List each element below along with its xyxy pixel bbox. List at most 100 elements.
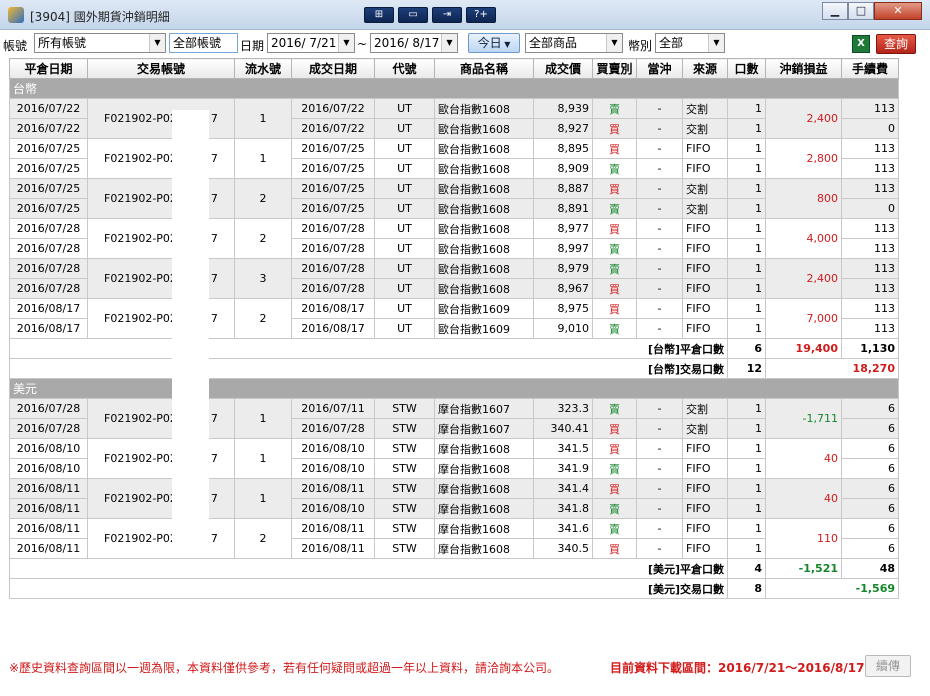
source-cell: 交割 <box>682 98 728 119</box>
close-date-cell: 2016/07/25 <box>9 178 88 199</box>
layout-icon[interactable]: ⊞ <box>364 7 394 23</box>
close-button[interactable]: ✕ <box>874 2 922 20</box>
help-icon[interactable]: ?+ <box>466 7 496 23</box>
table-header: 平倉日期 交易帳號 流水號 成交日期 代號 商品名稱 成交價 買賣別 當沖 來源 口數 沖銷損益 手續費 <box>9 58 899 79</box>
serial-cell: 1 <box>234 138 292 179</box>
today-button[interactable]: 今日 ▼ <box>468 33 520 53</box>
window-icon[interactable]: ▭ <box>398 7 428 23</box>
fee-cell: 113 <box>841 318 899 339</box>
resume-button[interactable]: 續傳 <box>865 655 911 677</box>
source-cell: FIFO <box>682 458 728 479</box>
column-header[interactable]: 買賣別 <box>592 58 637 79</box>
product-select[interactable]: 全部商品 ▼ <box>525 33 623 53</box>
daytrade-cell: - <box>636 298 683 319</box>
trade-date-cell: 2016/08/17 <box>291 318 375 339</box>
column-header[interactable]: 沖銷損益 <box>765 58 842 79</box>
excel-icon[interactable]: X <box>852 35 870 53</box>
currency-select[interactable]: 全部 ▼ <box>655 33 725 53</box>
summary-close-label: [台幣]平倉口數 <box>9 338 728 359</box>
query-button[interactable]: 查詢 <box>876 34 916 54</box>
minimize-button[interactable]: ▁ <box>822 2 848 20</box>
product-cell: 歐台指數1608 <box>434 98 534 119</box>
footer-note: ※歷史資料查詢區間以一週為限，本資料僅供參考，若有任何疑問或超過一年以上資料，請… <box>9 661 560 675</box>
summary-close-qty: 4 <box>727 558 766 579</box>
serial-cell: 1 <box>234 98 292 139</box>
code-cell: UT <box>374 198 435 219</box>
side-cell: 賣 <box>592 398 637 419</box>
summary-close-label: [美元]平倉口數 <box>9 558 728 579</box>
pnl-cell: 2,400 <box>765 258 842 299</box>
daytrade-cell: - <box>636 478 683 499</box>
daytrade-cell: - <box>636 178 683 199</box>
column-header[interactable]: 代號 <box>374 58 435 79</box>
daytrade-cell: - <box>636 518 683 539</box>
account-cell: F021902-P02- 7 <box>87 138 235 179</box>
column-header[interactable]: 成交日期 <box>291 58 375 79</box>
price-cell: 8,927 <box>533 118 593 139</box>
trade-date-cell: 2016/08/10 <box>291 458 375 479</box>
price-cell: 341.4 <box>533 478 593 499</box>
price-cell: 8,979 <box>533 258 593 279</box>
qty-cell: 1 <box>727 198 766 219</box>
chevron-down-icon: ▼ <box>149 34 165 52</box>
date-from-picker[interactable]: 2016/ 7/21 ▼ <box>267 33 355 53</box>
trade-date-cell: 2016/07/28 <box>291 218 375 239</box>
column-header[interactable]: 來源 <box>682 58 728 79</box>
account-suffix: 7 <box>210 452 218 465</box>
code-cell: STW <box>374 438 435 459</box>
side-cell: 賣 <box>592 518 637 539</box>
daytrade-cell: - <box>636 98 683 119</box>
close-date-cell: 2016/07/25 <box>9 198 88 219</box>
table-row[interactable]: 2016/07/25 F021902-P02- 7 1 2016/07/25 UT 歐台指數… <box>9 138 899 179</box>
side-cell: 買 <box>592 178 637 199</box>
table-row[interactable]: 2016/07/28 F021902-P02- 7 1 2016/07/11 STW 摩台指… <box>9 398 899 439</box>
trade-date-cell: 2016/07/22 <box>291 98 375 119</box>
column-header[interactable]: 手續費 <box>841 58 899 79</box>
source-cell: 交割 <box>682 118 728 139</box>
column-header[interactable]: 平倉日期 <box>9 58 88 79</box>
pnl-cell: 40 <box>765 478 842 519</box>
title-bar: [3904] 國外期貨沖銷明細 ⊞ ▭ ⇥ ?+ ▁ □ ✕ <box>0 0 930 30</box>
table-row[interactable]: 2016/07/28 F021902-P02- 7 3 2016/07/28 UT 歐台指數… <box>9 258 899 299</box>
table-row[interactable]: 2016/08/11 F021902-P02- 7 2 2016/08/11 STW 摩台指… <box>9 518 899 559</box>
account-type-field[interactable]: 全部帳號 <box>169 33 238 53</box>
table-row[interactable]: 2016/08/10 F021902-P02- 7 1 2016/08/10 STW 摩台指… <box>9 438 899 479</box>
account-select-value: 所有帳號 <box>38 36 87 50</box>
qty-cell: 1 <box>727 498 766 519</box>
pnl-cell: 7,000 <box>765 298 842 339</box>
column-header[interactable]: 當沖 <box>636 58 683 79</box>
table-row[interactable]: 2016/08/17 F021902-P02- 7 2 2016/08/17 UT 歐台指數… <box>9 298 899 339</box>
table-row[interactable]: 2016/07/28 F021902-P02- 7 2 2016/07/28 UT 歐台指數… <box>9 218 899 259</box>
product-cell: 歐台指數1608 <box>434 118 534 139</box>
table-row[interactable]: 2016/07/22 F021902-P02- 7 1 2016/07/22 UT 歐台指數… <box>9 98 899 139</box>
pnl-cell: 40 <box>765 438 842 479</box>
column-header[interactable]: 商品名稱 <box>434 58 534 79</box>
trade-date-cell: 2016/07/25 <box>291 198 375 219</box>
column-header[interactable]: 交易帳號 <box>87 58 235 79</box>
qty-cell: 1 <box>727 418 766 439</box>
table-row[interactable]: 2016/07/25 F021902-P02- 7 2 2016/07/25 UT 歐台指數… <box>9 178 899 219</box>
close-date-cell: 2016/07/25 <box>9 138 88 159</box>
daytrade-cell: - <box>636 278 683 299</box>
product-cell: 歐台指數1608 <box>434 238 534 259</box>
column-header[interactable]: 成交價 <box>533 58 593 79</box>
column-header[interactable]: 口數 <box>727 58 766 79</box>
trade-date-cell: 2016/08/10 <box>291 438 375 459</box>
maximize-button[interactable]: □ <box>848 2 874 20</box>
table-row[interactable]: 2016/08/11 F021902-P02- 7 1 2016/08/11 STW 摩台指… <box>9 478 899 519</box>
side-cell: 賣 <box>592 98 637 119</box>
column-header[interactable]: 流水號 <box>234 58 292 79</box>
dock-icon[interactable]: ⇥ <box>432 7 462 23</box>
date-to-picker[interactable]: 2016/ 8/17 ▼ <box>370 33 458 53</box>
side-cell: 賣 <box>592 238 637 259</box>
product-cell: 摩台指數1608 <box>434 518 534 539</box>
qty-cell: 1 <box>727 278 766 299</box>
account-select[interactable]: 所有帳號 ▼ <box>34 33 166 53</box>
close-date-cell: 2016/08/11 <box>9 538 88 559</box>
trade-date-cell: 2016/07/28 <box>291 238 375 259</box>
pnl-cell: 2,800 <box>765 138 842 179</box>
side-cell: 賣 <box>592 498 637 519</box>
code-cell: UT <box>374 298 435 319</box>
source-cell: FIFO <box>682 238 728 259</box>
trade-date-cell: 2016/07/28 <box>291 418 375 439</box>
